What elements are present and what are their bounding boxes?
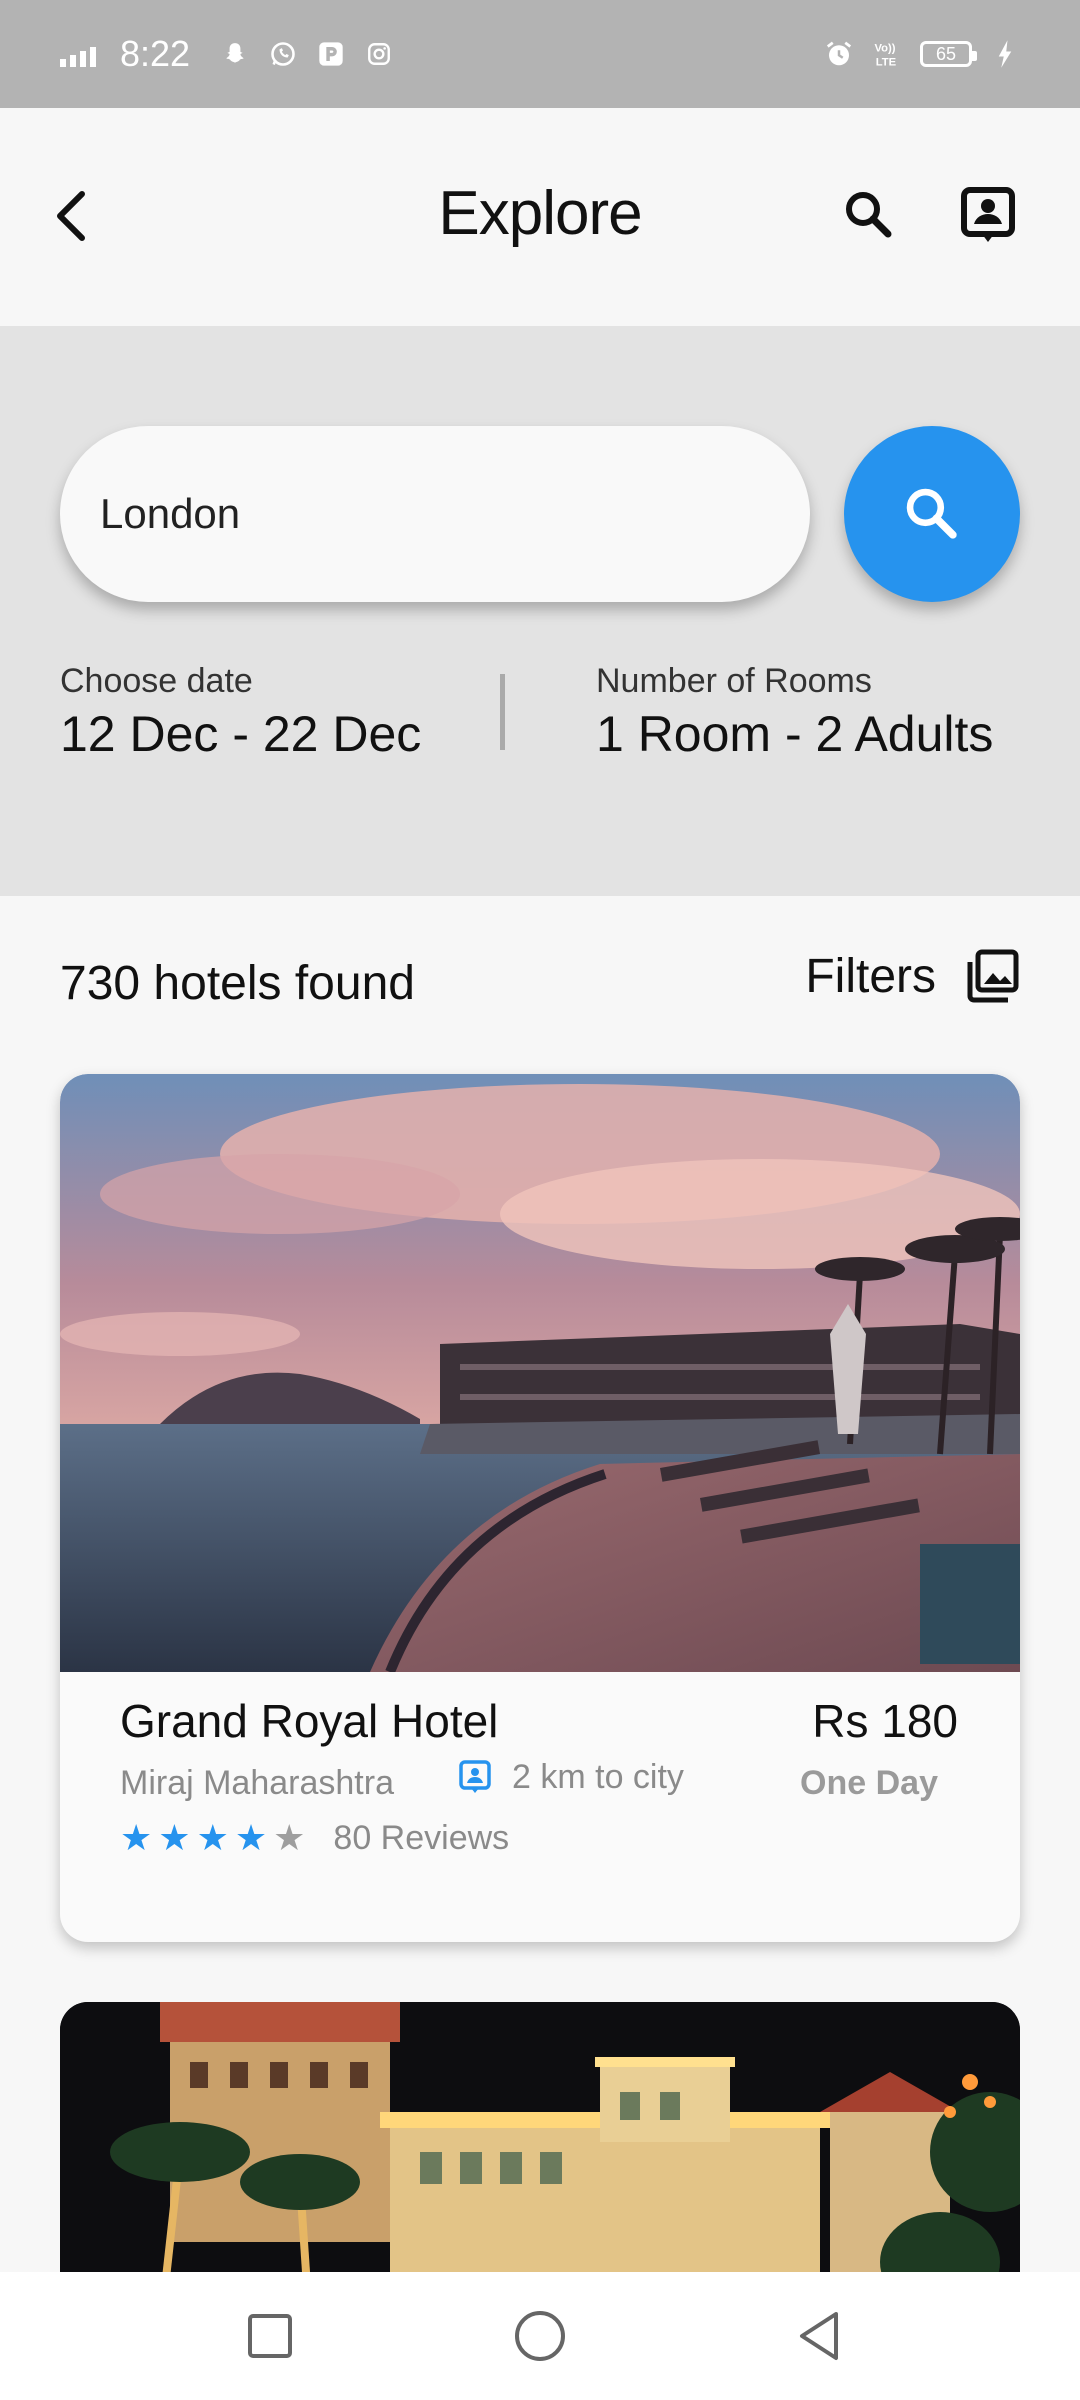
rooms-picker[interactable]: Number of Rooms 1 Room - 2 Adults — [596, 662, 993, 763]
profile-icon[interactable] — [956, 184, 1020, 248]
hotel-image — [60, 1074, 1020, 1672]
alarm-icon — [824, 39, 854, 69]
status-bar: 8:22 Vo)) LTE 65 — [0, 0, 1080, 108]
rooms-label: Number of Rooms — [596, 662, 872, 700]
search-icon[interactable] — [838, 184, 900, 246]
hotel-distance: 2 km to city — [456, 1758, 684, 1797]
app-bar: Explore — [0, 108, 1080, 326]
recent-apps-icon[interactable] — [238, 2304, 302, 2368]
filters-button[interactable]: Filters — [805, 948, 1020, 1004]
star-icon: ★ — [120, 1817, 153, 1858]
date-picker[interactable]: Choose date 12 Dec - 22 Dec — [60, 662, 421, 763]
battery-level: 65 — [935, 43, 957, 64]
home-icon[interactable] — [508, 2304, 572, 2368]
distance-text: 2 km to city — [512, 1758, 684, 1796]
map-pin-icon — [459, 1759, 491, 1793]
whatsapp-icon — [268, 39, 298, 69]
battery-icon: 65 — [920, 41, 977, 67]
page-title: Explore — [438, 179, 642, 248]
svg-text:LTE: LTE — [876, 56, 897, 68]
back-nav-icon[interactable] — [788, 2304, 852, 2368]
paytm-icon — [316, 39, 346, 69]
search-panel: London Choose date 12 Dec - 22 Dec Numbe… — [0, 326, 1080, 896]
rooms-value: 1 Room - 2 Adults — [596, 706, 994, 762]
search-button[interactable] — [844, 426, 1020, 602]
hotel-name: Grand Royal Hotel — [120, 1695, 499, 1747]
instagram-icon — [364, 39, 394, 69]
snapchat-icon — [220, 39, 250, 69]
date-value: 12 Dec - 22 Dec — [60, 706, 422, 762]
hotel-price: Rs 180 — [812, 1695, 958, 1747]
star-icon: ★ — [234, 1817, 268, 1858]
location-search-input[interactable]: London — [60, 426, 810, 602]
charging-icon — [990, 39, 1020, 69]
star-rating: ★ ★ ★ ★ ★ 80 Reviews — [120, 1818, 509, 1858]
gallery-icon — [967, 949, 1019, 1003]
date-label: Choose date — [60, 662, 253, 700]
hotel-location: Miraj Maharashtra — [120, 1764, 394, 1802]
status-time: 8:22 — [120, 33, 191, 74]
volte-icon: Vo)) LTE — [872, 39, 902, 69]
svg-text:Vo)): Vo)) — [875, 43, 896, 55]
results-count: 730 hotels found — [60, 957, 415, 1010]
divider — [500, 674, 505, 750]
hotel-card[interactable]: Grand Royal Hotel Rs 180 Miraj Maharasht… — [60, 1074, 1020, 1942]
search-icon — [906, 488, 957, 539]
star-icon: ★ — [196, 1817, 229, 1858]
results-header: 730 hotels found Filters — [60, 949, 1020, 1026]
reviews-count: 80 Reviews — [333, 1818, 510, 1857]
signal-icon — [60, 41, 96, 67]
system-nav-bar — [0, 2272, 1080, 2400]
price-period: One Day — [800, 1764, 938, 1802]
star-icon: ★ — [158, 1817, 191, 1858]
star-empty-icon: ★ — [273, 1817, 306, 1858]
filters-label: Filters — [805, 949, 936, 1003]
